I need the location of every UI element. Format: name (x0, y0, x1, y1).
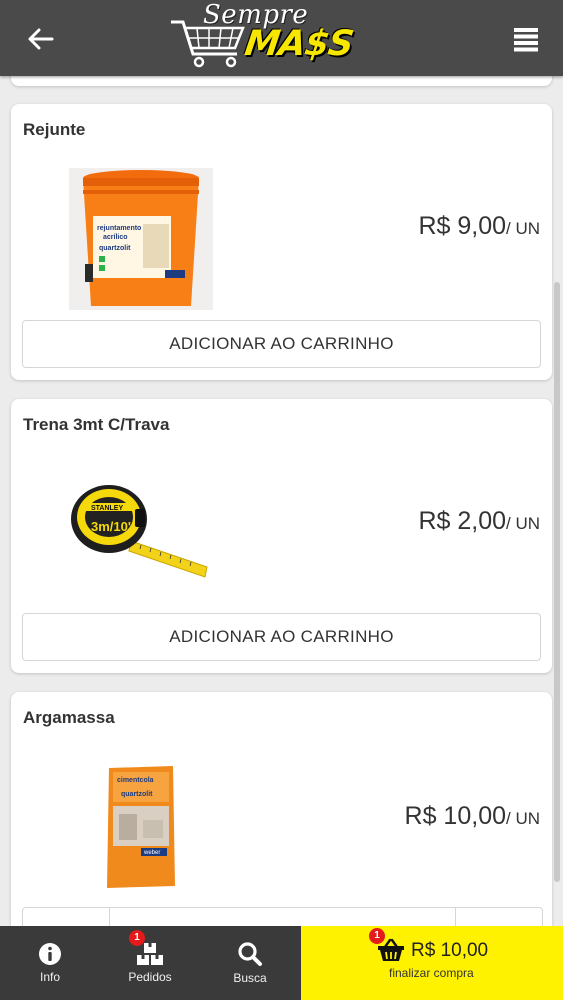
product-price: R$ 9,00/ UN (418, 212, 540, 241)
logo-mass-text: MA$S (242, 24, 356, 64)
nav-busca-label: Busca (233, 971, 267, 985)
checkout-button[interactable]: 1 R$ 10,00 finalizar compra (301, 926, 563, 1000)
nav-info[interactable]: Info (0, 926, 100, 1000)
menu-button[interactable] (511, 24, 541, 54)
bottom-nav: Info Pedidos 1 Busca 1 R$ 10,00 finaliza… (0, 926, 563, 1000)
nav-pedidos[interactable]: Pedidos 1 (100, 926, 200, 1000)
back-button[interactable] (24, 22, 58, 56)
quantity-field[interactable] (109, 908, 456, 926)
app-header: Sempre MA$S (0, 0, 563, 76)
product-price: R$ 10,00/ UN (405, 802, 540, 831)
price-value: R$ 2,00 (418, 507, 506, 535)
arrow-left-icon (28, 28, 54, 50)
product-card: Argamassa cimentcola quartzolit weber R$… (11, 692, 552, 926)
nav-busca[interactable]: Busca (200, 926, 300, 1000)
cart-total: R$ 10,00 (411, 940, 489, 961)
brand-logo: Sempre MA$S (165, 0, 400, 74)
price-value: R$ 10,00 (404, 802, 506, 830)
pedidos-badge: 1 (129, 930, 145, 946)
product-image-text: quartzolit (121, 791, 153, 798)
product-image-text: cimentcola (117, 777, 154, 784)
product-image: cimentcola quartzolit weber (107, 766, 175, 888)
scrollbar[interactable] (554, 282, 560, 882)
product-image-text: 3m/10' (91, 519, 131, 534)
price-unit: / UN (506, 219, 540, 238)
add-to-cart-button[interactable]: ADICIONAR AO CARRINHO (22, 320, 541, 368)
product-image-text: acrílico (103, 234, 128, 241)
product-image: STANLEY 3m/10' (71, 485, 208, 578)
price-value: R$ 9,00 (418, 212, 506, 240)
product-title: Rejunte (23, 120, 86, 139)
product-title: Argamassa (23, 708, 115, 727)
product-card: Trena 3mt C/Trava STANLEY 3m/10' R$ 2,00… (11, 399, 552, 673)
product-image-text: STANLEY (91, 505, 123, 512)
nav-pedidos-label: Pedidos (128, 970, 172, 984)
product-image: rejuntamento acrílico quartzolit (69, 168, 213, 310)
checkout-label: finalizar compra (389, 966, 474, 980)
price-unit: / UN (506, 809, 540, 828)
product-price: R$ 2,00/ UN (418, 507, 540, 536)
add-to-cart-button[interactable]: ADICIONAR AO CARRINHO (22, 613, 541, 661)
quantity-stepper[interactable] (22, 907, 543, 926)
price-unit: / UN (506, 514, 540, 533)
product-list: Rejunte rejuntamento acrílico quartzolit… (0, 0, 563, 926)
product-title: Trena 3mt C/Trava (23, 415, 170, 434)
product-image-text: quartzolit (99, 245, 131, 252)
remove-button[interactable] (23, 908, 110, 926)
hamburger-menu-icon (514, 28, 538, 52)
product-card: Rejunte rejuntamento acrílico quartzolit… (11, 104, 552, 380)
info-icon (39, 943, 61, 965)
product-image-text: weber (143, 850, 160, 856)
cart-badge: 1 (369, 928, 385, 944)
search-icon (238, 942, 262, 966)
nav-info-label: Info (39, 970, 60, 984)
product-image-text: rejuntamento (97, 225, 141, 232)
